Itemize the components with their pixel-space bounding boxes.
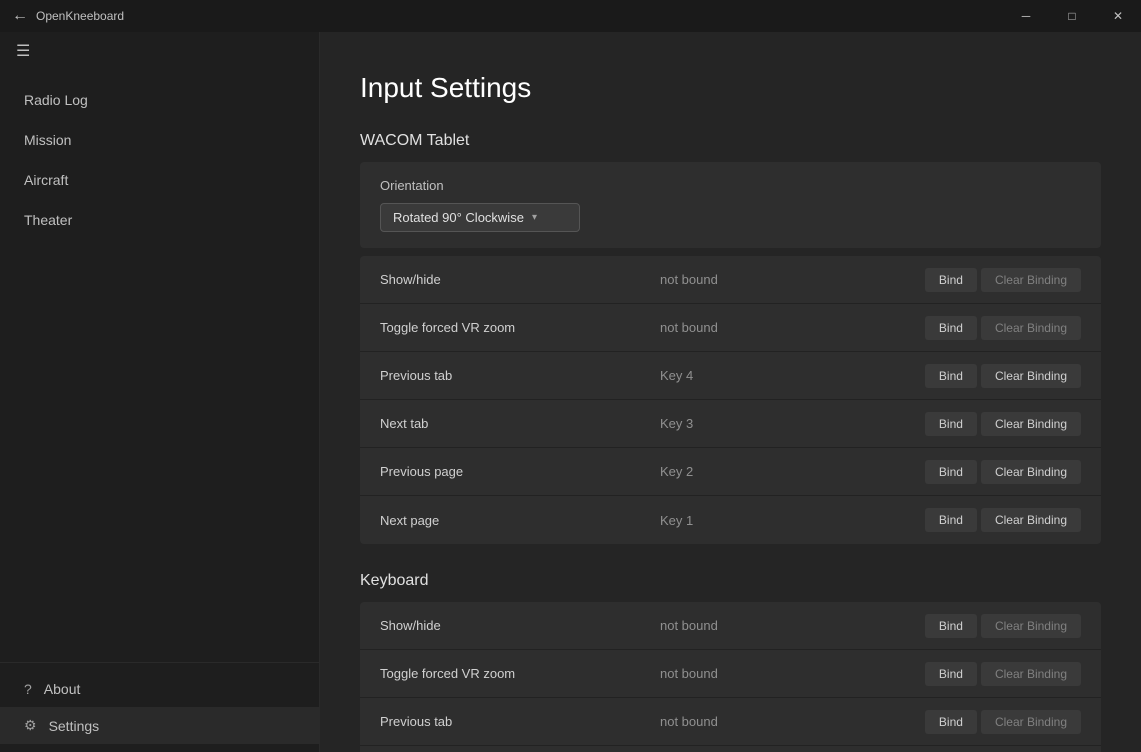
clear-binding-button[interactable]: Clear Binding bbox=[981, 662, 1081, 686]
main-layout: ☰ Radio Log Mission Aircraft Theater ? A… bbox=[0, 32, 1141, 752]
binding-value: not bound bbox=[660, 666, 925, 681]
binding-name: Toggle forced VR zoom bbox=[380, 666, 660, 681]
binding-name: Previous tab bbox=[380, 368, 660, 383]
clear-binding-button[interactable]: Clear Binding bbox=[981, 364, 1081, 388]
titlebar-controls: ─ □ ✕ bbox=[1003, 0, 1141, 32]
binding-name: Previous tab bbox=[380, 714, 660, 729]
table-row: Toggle forced VR zoom not bound Bind Cle… bbox=[360, 650, 1101, 698]
sidebar-item-aircraft[interactable]: Aircraft bbox=[0, 160, 319, 200]
content-area: Input Settings WACOM Tablet Orientation … bbox=[320, 32, 1141, 752]
table-row: Previous tab not bound Bind Clear Bindin… bbox=[360, 698, 1101, 746]
app-title: OpenKneeboard bbox=[36, 9, 124, 23]
bind-button[interactable]: Bind bbox=[925, 268, 977, 292]
minimize-button[interactable]: ─ bbox=[1003, 0, 1049, 32]
binding-name: Toggle forced VR zoom bbox=[380, 320, 660, 335]
table-row: Previous tab Key 4 Bind Clear Binding bbox=[360, 352, 1101, 400]
sidebar-item-settings[interactable]: ⚙ Settings bbox=[0, 707, 319, 744]
bind-button[interactable]: Bind bbox=[925, 316, 977, 340]
binding-value: not bound bbox=[660, 618, 925, 633]
binding-value: Key 3 bbox=[660, 416, 925, 431]
back-icon[interactable]: ← bbox=[12, 7, 28, 25]
hamburger-icon[interactable]: ☰ bbox=[16, 44, 30, 60]
bind-button[interactable]: Bind bbox=[925, 364, 977, 388]
bind-button[interactable]: Bind bbox=[925, 710, 977, 734]
clear-binding-button[interactable]: Clear Binding bbox=[981, 412, 1081, 436]
clear-binding-button[interactable]: Clear Binding bbox=[981, 710, 1081, 734]
binding-value: not bound bbox=[660, 320, 925, 335]
binding-actions: Bind Clear Binding bbox=[925, 508, 1081, 532]
binding-value: Key 1 bbox=[660, 513, 925, 528]
sidebar-nav: Radio Log Mission Aircraft Theater bbox=[0, 72, 319, 662]
sidebar-item-about[interactable]: ? About bbox=[0, 671, 319, 707]
sidebar-top: ☰ bbox=[0, 32, 319, 72]
clear-binding-button[interactable]: Clear Binding bbox=[981, 614, 1081, 638]
table-row: Next tab Key 3 Bind Clear Binding bbox=[360, 400, 1101, 448]
bind-button[interactable]: Bind bbox=[925, 460, 977, 484]
table-row: Next tab not bound Bind Clear Binding bbox=[360, 746, 1101, 752]
sidebar-item-radio-log[interactable]: Radio Log bbox=[0, 80, 319, 120]
binding-value: Key 2 bbox=[660, 464, 925, 479]
clear-binding-button[interactable]: Clear Binding bbox=[981, 268, 1081, 292]
table-row: Show/hide not bound Bind Clear Binding bbox=[360, 256, 1101, 304]
binding-name: Next page bbox=[380, 513, 660, 528]
table-row: Show/hide not bound Bind Clear Binding bbox=[360, 602, 1101, 650]
orientation-value: Rotated 90° Clockwise bbox=[393, 210, 524, 225]
sidebar: ☰ Radio Log Mission Aircraft Theater ? A… bbox=[0, 32, 320, 752]
page-title: Input Settings bbox=[360, 72, 1101, 104]
sidebar-item-mission[interactable]: Mission bbox=[0, 120, 319, 160]
bind-button[interactable]: Bind bbox=[925, 662, 977, 686]
binding-name: Show/hide bbox=[380, 618, 660, 633]
orientation-section: Orientation Rotated 90° Clockwise ▾ bbox=[360, 162, 1101, 248]
sidebar-bottom: ? About ⚙ Settings bbox=[0, 662, 319, 752]
wacom-section-title: WACOM Tablet bbox=[360, 132, 1101, 150]
binding-actions: Bind Clear Binding bbox=[925, 268, 1081, 292]
table-row: Toggle forced VR zoom not bound Bind Cle… bbox=[360, 304, 1101, 352]
sidebar-item-theater[interactable]: Theater bbox=[0, 200, 319, 240]
maximize-button[interactable]: □ bbox=[1049, 0, 1095, 32]
clear-binding-button[interactable]: Clear Binding bbox=[981, 460, 1081, 484]
clear-binding-button[interactable]: Clear Binding bbox=[981, 316, 1081, 340]
binding-actions: Bind Clear Binding bbox=[925, 316, 1081, 340]
binding-value: Key 4 bbox=[660, 368, 925, 383]
binding-actions: Bind Clear Binding bbox=[925, 364, 1081, 388]
binding-actions: Bind Clear Binding bbox=[925, 614, 1081, 638]
orientation-label: Orientation bbox=[380, 178, 1081, 193]
bind-button[interactable]: Bind bbox=[925, 412, 977, 436]
titlebar: ← OpenKneeboard ─ □ ✕ bbox=[0, 0, 1141, 32]
wacom-bindings-card: Show/hide not bound Bind Clear Binding T… bbox=[360, 256, 1101, 544]
binding-actions: Bind Clear Binding bbox=[925, 710, 1081, 734]
clear-binding-button[interactable]: Clear Binding bbox=[981, 508, 1081, 532]
binding-name: Next tab bbox=[380, 416, 660, 431]
binding-value: not bound bbox=[660, 714, 925, 729]
table-row: Next page Key 1 Bind Clear Binding bbox=[360, 496, 1101, 544]
chevron-down-icon: ▾ bbox=[532, 212, 537, 223]
binding-actions: Bind Clear Binding bbox=[925, 412, 1081, 436]
binding-actions: Bind Clear Binding bbox=[925, 460, 1081, 484]
orientation-dropdown[interactable]: Rotated 90° Clockwise ▾ bbox=[380, 203, 580, 232]
keyboard-bindings-card: Show/hide not bound Bind Clear Binding T… bbox=[360, 602, 1101, 752]
about-icon: ? bbox=[24, 681, 32, 697]
titlebar-left: ← OpenKneeboard bbox=[12, 7, 124, 25]
settings-icon: ⚙ bbox=[24, 717, 37, 734]
table-row: Previous page Key 2 Bind Clear Binding bbox=[360, 448, 1101, 496]
close-button[interactable]: ✕ bbox=[1095, 0, 1141, 32]
bind-button[interactable]: Bind bbox=[925, 614, 977, 638]
binding-value: not bound bbox=[660, 272, 925, 287]
keyboard-section-title: Keyboard bbox=[360, 572, 1101, 590]
binding-name: Previous page bbox=[380, 464, 660, 479]
binding-name: Show/hide bbox=[380, 272, 660, 287]
binding-actions: Bind Clear Binding bbox=[925, 662, 1081, 686]
bind-button[interactable]: Bind bbox=[925, 508, 977, 532]
